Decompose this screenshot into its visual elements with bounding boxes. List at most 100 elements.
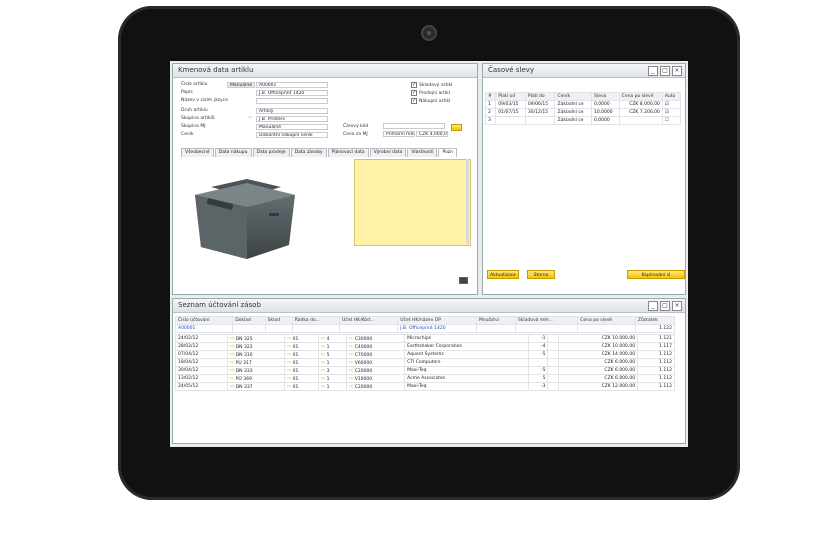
close-button[interactable]: × (672, 66, 682, 76)
account-code-cell[interactable]: ⇨ C20000 (345, 382, 406, 391)
maximize-button[interactable]: □ (660, 301, 670, 311)
remarks-scrollbar[interactable] (466, 159, 469, 244)
discount-cell[interactable]: 0,0000 (590, 100, 620, 109)
account-code-cell[interactable]: ⇨ C20000 (345, 366, 406, 375)
price-value-field[interactable]: CZK 4.000,00 (416, 131, 448, 137)
close-button[interactable]: × (672, 301, 682, 311)
tab-purchasing[interactable]: Data nákupu (214, 148, 252, 157)
minimize-button[interactable]: _ (648, 66, 658, 76)
table-row[interactable]: 28/02/12 ⇨ DN 322 ⇨ 01 ⇨ 1 ⇨ C40000 Earthshak… (175, 342, 675, 351)
row-cell[interactable]: ⇨ 1 (317, 342, 347, 351)
auto-checkbox[interactable]: ☐ (661, 116, 682, 125)
balance-cell-text: 1.112 (659, 368, 672, 373)
table-row[interactable]: 07/04/12 ⇨ DN 316 ⇨ 01 ⇨ 5 ⇨ C70000 Aquent Sy… (175, 350, 675, 359)
update-button[interactable]: Aktualizace (487, 270, 519, 279)
quantity-cell-text: -4 (540, 344, 546, 349)
tab-sales[interactable]: Data prodeje (252, 148, 290, 157)
column-header: Sleva (590, 92, 620, 101)
inventory-item-checkbox[interactable]: ✓ (411, 82, 417, 88)
warehouse-cell[interactable]: ⇨ 01 (283, 366, 319, 375)
valid-from-cell[interactable]: 01/07/15 (495, 108, 526, 117)
warehouse-cell[interactable]: ⇨ 01 (283, 374, 319, 383)
tab-general[interactable]: Všeobecné (181, 148, 214, 157)
item-number-field[interactable]: A00001 (256, 82, 328, 88)
item-type-select[interactable]: Artikly (256, 108, 328, 114)
valid-to-cell[interactable]: 30/12/15 (524, 108, 556, 117)
table-row[interactable]: 18/04/12 ⇨ PU 317 ⇨ 01 ⇨ 1 ⇨ V60000 CTI Compu… (175, 358, 675, 367)
quantity-cell: 5 (527, 374, 549, 383)
document-cell[interactable]: ⇨ DN 337 (226, 382, 285, 391)
price-button[interactable] (451, 124, 462, 131)
tab-properties[interactable]: Vlastnosti (407, 148, 438, 157)
valid-to-cell[interactable]: 09/06/15 (524, 100, 556, 109)
table-row[interactable]: 24/02/12 ⇨ DN 325 ⇨ 01 ⇨ 4 ⇨ C30000 Microchip… (175, 334, 675, 343)
row-cell[interactable]: ⇨ 1 (317, 358, 347, 367)
price-list-cell[interactable]: Základní ce (554, 100, 592, 109)
account-code-cell[interactable]: ⇨ V60000 (345, 358, 406, 367)
tab-inventory[interactable]: Data zásoby (290, 148, 327, 157)
account-code-cell[interactable]: ⇨ C70000 (345, 350, 406, 359)
discount-cell[interactable]: 0,0000 (590, 116, 620, 125)
document-cell[interactable]: ⇨ PO 369 (226, 374, 285, 383)
warehouse-cell[interactable]: ⇨ 01 (283, 382, 319, 391)
table-row[interactable]: 1 09/03/15 09/06/15 Základní ce 0,0000 C… (484, 100, 682, 109)
price-after-discount-cell[interactable]: CZK 8.000,00 (618, 100, 663, 109)
tab-planning[interactable]: Plánovací data (327, 148, 369, 157)
item-number-series[interactable]: Manuálně (227, 82, 255, 88)
valid-from-cell[interactable] (495, 116, 526, 125)
remarks-area[interactable] (354, 159, 471, 246)
table-row[interactable]: 24/05/12 ⇨ DN 337 ⇨ 01 ⇨ 1 ⇨ C20000 Maxi-Teq -… (175, 382, 675, 391)
warehouse-cell[interactable]: ⇨ 01 (283, 350, 319, 359)
price-list-cell[interactable]: Základní ce (554, 108, 592, 117)
account-code-cell[interactable]: ⇨ V10000 (345, 374, 406, 383)
warehouse-cell[interactable]: ⇨ 01 (283, 358, 319, 367)
auto-checkbox[interactable]: ☑ (661, 108, 682, 117)
row-cell[interactable]: ⇨ 1 (317, 374, 347, 383)
item-group-select[interactable]: J.B. Printers (256, 116, 328, 122)
maximize-button[interactable]: □ (660, 66, 670, 76)
tab-production[interactable]: Výrobní data (369, 148, 407, 157)
document-cell[interactable]: ⇨ PU 317 (226, 358, 285, 367)
table-row[interactable]: 13/02/12 ⇨ PO 369 ⇨ 01 ⇨ 1 ⇨ V10000 Acme Asso… (175, 374, 675, 383)
valid-to-cell[interactable] (524, 116, 556, 125)
link-arrow-icon[interactable]: ⇨ (248, 115, 252, 121)
camera-icon[interactable] (459, 277, 468, 284)
foreign-name-field[interactable] (256, 98, 328, 104)
valid-from-cell[interactable]: 09/03/15 (495, 100, 526, 109)
row-cell[interactable]: ⇨ 1 (317, 382, 347, 391)
document-cell[interactable]: ⇨ DN 333 (226, 366, 285, 375)
table-row[interactable]: A00001 J.B. Officeprint 1420 1.122 (174, 324, 676, 333)
document-cell[interactable]: ⇨ DN 322 (226, 342, 285, 351)
item-name-link[interactable]: J.B. Officeprint 1420 (397, 324, 477, 333)
table-row[interactable]: 30/04/12 ⇨ DN 333 ⇨ 01 ⇨ 3 ⇨ C20000 Maxi-Teq -… (175, 366, 675, 375)
price-after-discount-cell[interactable]: CZK 7.200,00 (618, 108, 663, 117)
account-name-cell-text: Acme Associates (407, 376, 446, 381)
price-list-cell[interactable]: Základní ce (554, 116, 592, 125)
price-currency-select[interactable]: Primární měna (383, 131, 415, 137)
table-row[interactable]: 3 Základní ce 0,0000 ☐ (484, 116, 682, 125)
tab-remarks[interactable]: Pozn (438, 148, 458, 157)
price-after-discount-cell[interactable] (618, 116, 663, 125)
row-cell[interactable]: ⇨ 3 (317, 366, 347, 375)
warehouse-cell[interactable]: ⇨ 01 (283, 342, 319, 351)
row-cell[interactable]: ⇨ 5 (317, 350, 347, 359)
table-row[interactable]: 2 01/07/15 30/12/15 Základní ce 10,0000 … (484, 108, 682, 117)
minimize-button[interactable]: _ (648, 301, 658, 311)
auto-checkbox[interactable]: ☑ (661, 100, 682, 109)
barcode-field[interactable] (383, 123, 445, 129)
copy-discount-button[interactable]: Kopírování sl (627, 270, 685, 279)
uom-group-select[interactable]: Manuálně (256, 124, 328, 130)
description-field[interactable]: J.B. Officeprint 1420 (256, 90, 328, 96)
document-cell[interactable]: ⇨ DN 325 (226, 334, 285, 343)
cancel-button[interactable]: Storno (527, 270, 555, 279)
sales-item-checkbox[interactable]: ✓ (411, 90, 417, 96)
discount-cell[interactable]: 10,0000 (590, 108, 620, 117)
purchase-item-checkbox[interactable]: ✓ (411, 98, 417, 104)
item-code-link[interactable]: A00001 (174, 324, 234, 333)
document-cell[interactable]: ⇨ DN 316 (226, 350, 285, 359)
account-code-cell[interactable]: ⇨ C30000 (345, 334, 406, 343)
row-cell[interactable]: ⇨ 4 (317, 334, 347, 343)
warehouse-cell[interactable]: ⇨ 01 (283, 334, 319, 343)
account-code-cell[interactable]: ⇨ C40000 (345, 342, 406, 351)
price-list-select[interactable]: Diskontní nákupní ceník (256, 132, 328, 138)
